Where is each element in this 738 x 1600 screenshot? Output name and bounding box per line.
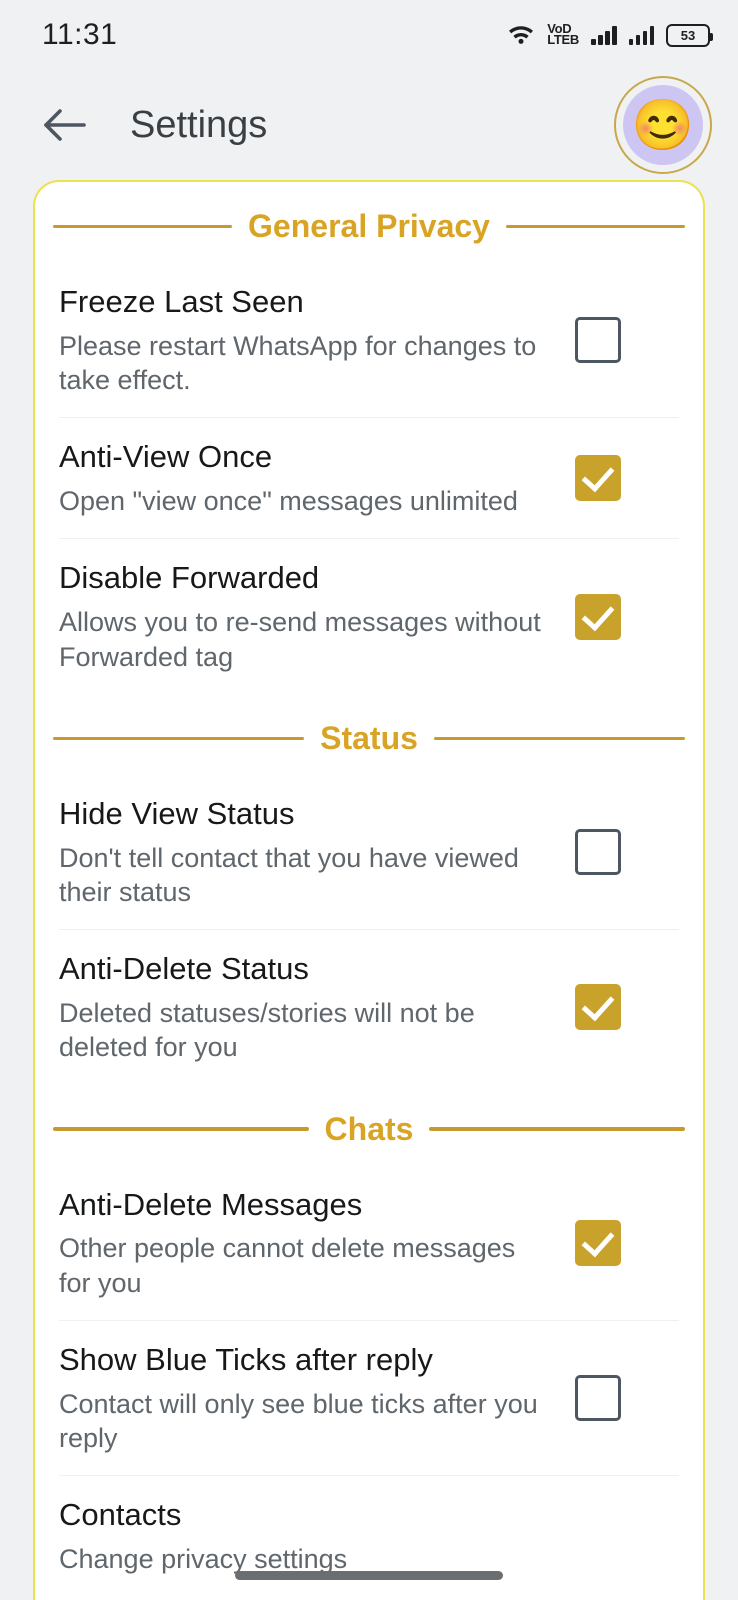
section-rule-left — [53, 1127, 309, 1131]
section-title: Chats — [324, 1110, 414, 1147]
setting-checkbox[interactable] — [575, 984, 621, 1031]
setting-row-text: Hide View Status Don't tell contact that … — [59, 795, 575, 909]
gesture-nav-pill[interactable] — [235, 1571, 503, 1580]
setting-row-subtitle: Contact will only see blue ticks after y… — [59, 1388, 538, 1454]
battery-icon: 53 — [666, 23, 713, 47]
setting-checkbox[interactable] — [575, 829, 621, 876]
setting-checkbox[interactable] — [575, 317, 621, 364]
smiling-face-emoji: 😊 — [623, 85, 703, 165]
setting-row-title: Anti-View Once — [59, 439, 273, 475]
section-title: Status — [320, 719, 418, 756]
setting-row[interactable]: Anti-View Once Open "view once" messages … — [59, 418, 679, 540]
setting-row-subtitle: Other people cannot delete messages for … — [59, 1233, 516, 1298]
avatar[interactable]: 😊 — [614, 76, 712, 174]
setting-row-subtitle: Please restart WhatsApp for changes to t… — [59, 330, 537, 396]
setting-row-title: Anti-Delete Status — [59, 951, 309, 987]
status-time: 11:31 — [42, 18, 118, 51]
section-rule-right — [505, 224, 685, 229]
setting-row-subtitle: Don't tell contact that you have viewed … — [59, 842, 519, 907]
setting-row[interactable]: Show Blue Ticks after reply Contact will … — [59, 1321, 679, 1477]
signal-bars-icon-2 — [628, 25, 654, 45]
signal-bars-icon-1 — [591, 25, 617, 45]
settings-screen: 11:31 VoD LTEB 53 Settings 😊 General Pri… — [0, 0, 738, 1600]
battery-level-label: 53 — [680, 27, 696, 43]
setting-row-title: Disable Forwarded — [59, 560, 320, 596]
setting-row-subtitle: Allows you to re-send messages without F… — [59, 607, 541, 672]
setting-row[interactable]: Hide View Status Don't tell contact that … — [59, 775, 679, 931]
section-rule-right — [429, 1127, 685, 1131]
volte-bottom-label: LTEB — [547, 32, 579, 47]
setting-row-text: Anti-View Once Open "view once" messages … — [59, 438, 575, 518]
setting-row-title: Anti-Delete Messages — [59, 1186, 363, 1222]
page-title: Settings — [130, 103, 268, 146]
section-header-status: Status — [35, 720, 703, 757]
setting-row-title: Hide View Status — [59, 795, 295, 831]
setting-checkbox[interactable] — [575, 1219, 621, 1266]
setting-row-text: Show Blue Ticks after reply Contact will … — [59, 1341, 575, 1455]
setting-row-subtitle: Deleted statuses/stories will not be del… — [59, 998, 475, 1063]
status-icon-group: VoD LTEB 53 — [507, 22, 713, 49]
setting-row-subtitle: Open "view once" messages unlimited — [59, 486, 518, 517]
section-rule-left — [53, 736, 305, 741]
setting-checkbox[interactable] — [575, 1375, 621, 1422]
section-rule-right — [433, 736, 686, 741]
setting-row-text: Freeze Last Seen Please restart WhatsApp … — [59, 283, 575, 397]
wifi-icon — [507, 22, 535, 49]
settings-card: General Privacy Freeze Last Seen Please re… — [33, 180, 705, 1600]
setting-row[interactable]: Anti-Delete Messages Other people cannot … — [59, 1166, 679, 1321]
setting-row-text: Anti-Delete Messages Other people cannot … — [59, 1186, 575, 1300]
setting-row-title: Contacts — [59, 1497, 182, 1533]
section-title: General Privacy — [248, 208, 490, 244]
back-arrow-icon[interactable] — [36, 96, 94, 154]
section-header-chats: Chats — [35, 1111, 703, 1148]
section-header-general-privacy: General Privacy — [35, 208, 703, 245]
setting-row-text: Contacts Change privacy settings — [59, 1496, 679, 1576]
status-bar: 11:31 VoD LTEB 53 — [0, 0, 738, 70]
setting-row-text: Anti-Delete Status Deleted statuses/stori… — [59, 950, 575, 1064]
setting-row-title: Freeze Last Seen — [59, 284, 304, 319]
app-bar: Settings 😊 — [0, 70, 738, 180]
setting-row-title: Show Blue Ticks after reply — [59, 1341, 433, 1377]
setting-row-text: Disable Forwarded Allows you to re-send m… — [59, 559, 575, 673]
setting-row[interactable]: Anti-Delete Status Deleted statuses/stori… — [59, 930, 679, 1084]
setting-checkbox[interactable] — [575, 593, 621, 640]
setting-row[interactable]: Freeze Last Seen Please restart WhatsApp … — [59, 263, 679, 419]
volte-icon: VoD LTEB — [547, 23, 579, 47]
setting-row[interactable]: Disable Forwarded Allows you to re-send m… — [59, 539, 679, 693]
setting-checkbox[interactable] — [575, 455, 621, 502]
section-rule-left — [53, 224, 233, 229]
